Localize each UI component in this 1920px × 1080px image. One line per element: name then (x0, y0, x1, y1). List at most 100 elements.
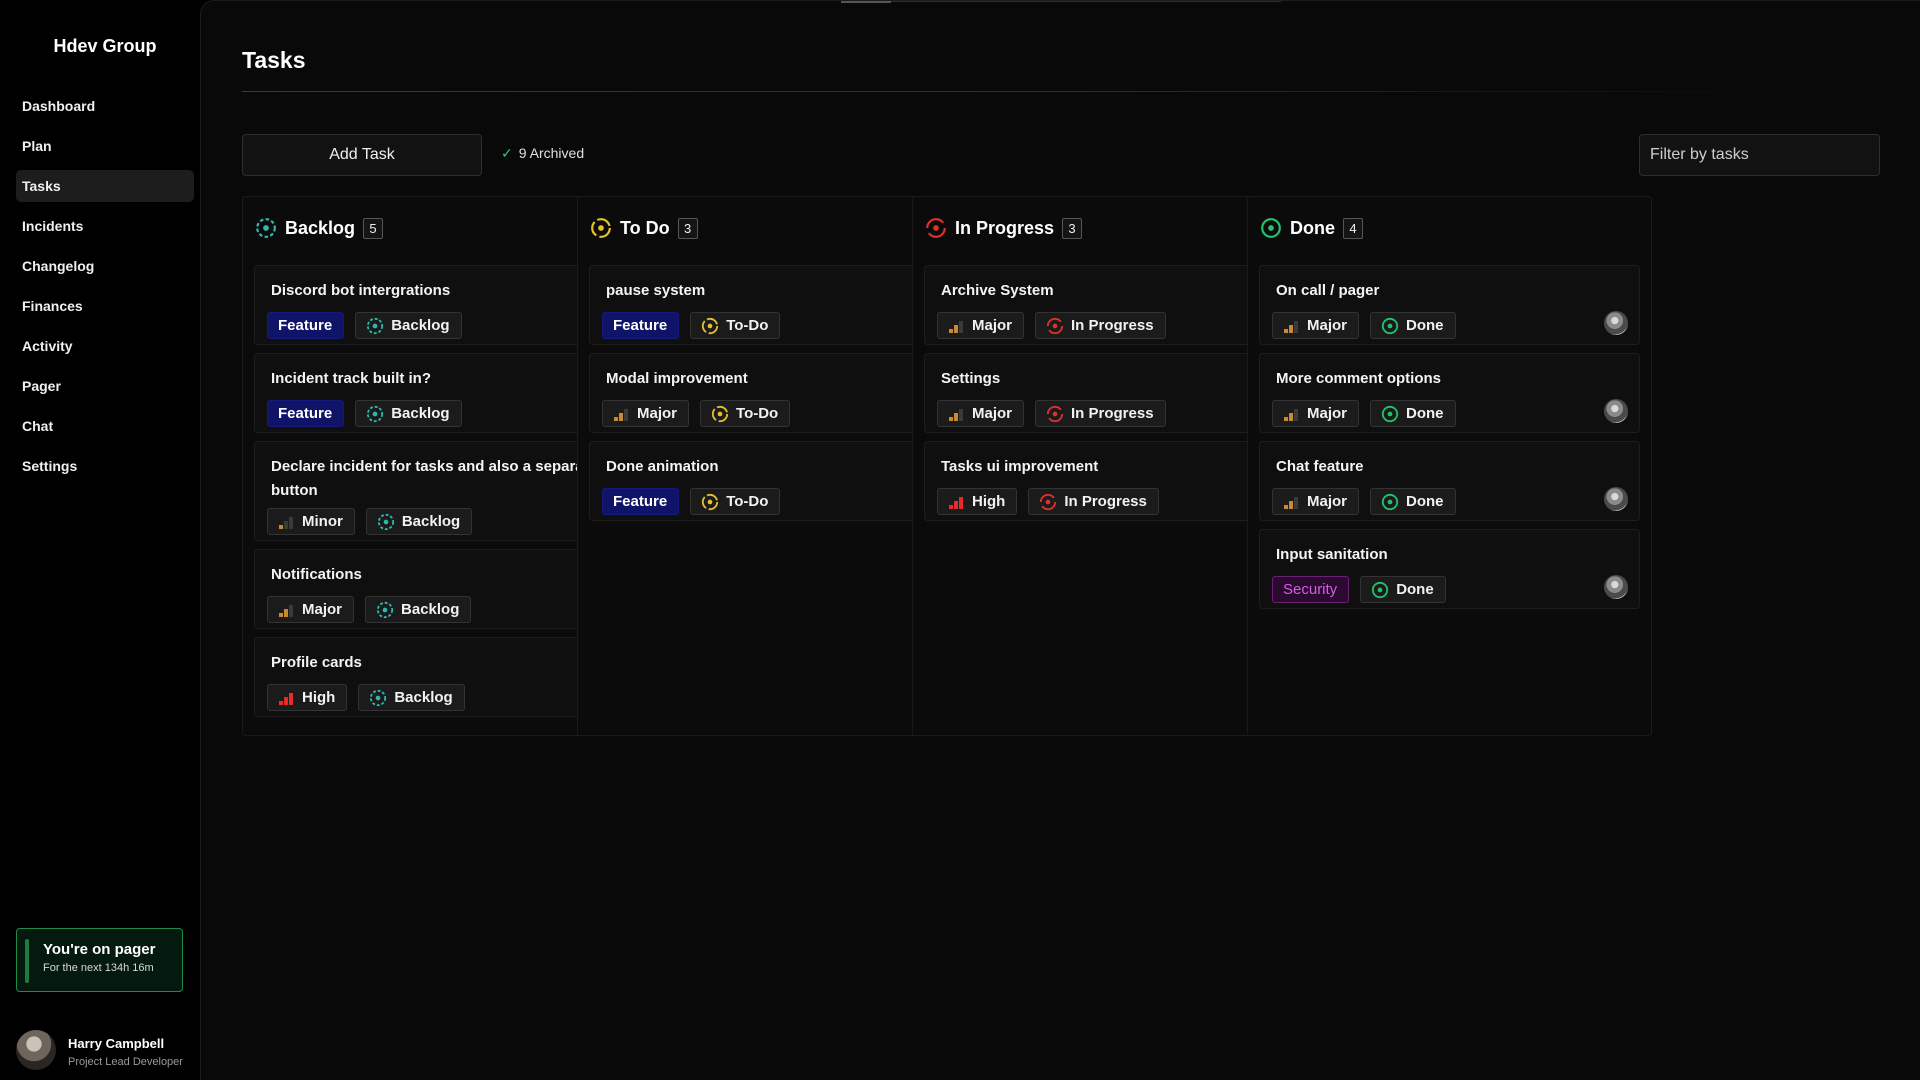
status-badge[interactable]: Backlog (355, 400, 462, 427)
pager-status-title: You're on pager (43, 941, 156, 958)
column-header: In Progress 3 (925, 215, 1083, 241)
priority-badge[interactable]: Major (1272, 488, 1360, 515)
priority-badge[interactable]: High (267, 684, 348, 711)
type-badge-feature[interactable]: Feature (602, 488, 680, 515)
filter-tasks-input[interactable] (1639, 134, 1880, 176)
type-badge-feature[interactable]: Feature (602, 312, 680, 339)
sidebar-item-incidents[interactable]: Incidents (16, 210, 194, 242)
task-tags: Feature Backlog (267, 312, 462, 339)
task-title: On call / pager (1276, 282, 1380, 299)
task-title: Archive System (941, 282, 1054, 299)
priority-badge[interactable]: Major (937, 400, 1025, 427)
task-tags: Major Backlog (267, 596, 472, 623)
badge-label: Major (302, 601, 343, 618)
priority-major-icon (278, 602, 302, 618)
avatar (16, 1030, 56, 1070)
priority-badge[interactable]: Major (1272, 400, 1360, 427)
task-tags: Security Done (1272, 576, 1446, 603)
priority-major-icon (948, 406, 972, 422)
status-badge[interactable]: In Progress (1028, 488, 1159, 515)
pager-status-subtitle: For the next 134h 16m (43, 962, 154, 974)
sidebar-item-chat[interactable]: Chat (16, 410, 194, 442)
pager-status-bar (25, 939, 29, 983)
task-tags: High Backlog (267, 684, 465, 711)
sidebar: Hdev Group Dashboard Plan Tasks Incident… (0, 0, 200, 1080)
sidebar-item-activity[interactable]: Activity (16, 330, 194, 362)
task-card[interactable]: On call / pager Major Done (1259, 265, 1640, 345)
priority-badge[interactable]: Minor (267, 508, 355, 535)
badge-label: Major (1307, 317, 1348, 334)
status-todo-icon (711, 405, 736, 423)
column-title: Done (1290, 217, 1335, 238)
column-count-badge: 3 (677, 217, 698, 239)
priority-badge[interactable]: Major (1272, 312, 1360, 339)
task-title: Declare incident for tasks and also a se… (271, 458, 597, 499)
status-badge[interactable]: Backlog (365, 596, 472, 623)
status-badge[interactable]: Done (1370, 312, 1456, 339)
archived-toggle[interactable]: ✓ 9 Archived (501, 145, 584, 162)
task-title: Chat feature (1276, 458, 1364, 475)
task-title: Modal improvement (606, 370, 748, 387)
task-card[interactable]: Chat feature Major Done (1259, 441, 1640, 521)
assignee-avatar[interactable] (1604, 575, 1628, 599)
assignee-avatar[interactable] (1604, 399, 1628, 423)
add-task-button[interactable]: Add Task (242, 134, 482, 176)
top-divider-accent (841, 1, 891, 3)
task-tags: Feature To-Do (602, 488, 781, 515)
user-name: Harry Campbell (68, 1036, 165, 1051)
column-header: Backlog 5 (255, 215, 384, 241)
task-title: Done animation (606, 458, 719, 475)
assignee-avatar[interactable] (1604, 311, 1628, 335)
status-badge[interactable]: In Progress (1035, 400, 1166, 427)
type-badge-feature[interactable]: Feature (267, 312, 345, 339)
priority-high-icon (278, 690, 302, 706)
status-badge[interactable]: To-Do (700, 400, 791, 427)
badge-label: Security (1283, 581, 1338, 598)
sidebar-item-finances[interactable]: Finances (16, 290, 194, 322)
status-badge[interactable]: Backlog (355, 312, 462, 339)
status-badge[interactable]: Backlog (358, 684, 465, 711)
badge-label: Backlog (391, 405, 450, 422)
badge-label: Major (972, 405, 1013, 422)
task-card[interactable]: More comment options Major Done (1259, 353, 1640, 433)
status-badge[interactable]: To-Do (690, 312, 781, 339)
badge-label: Minor (302, 513, 343, 530)
sidebar-item-changelog[interactable]: Changelog (16, 250, 194, 282)
badge-label: Feature (613, 493, 668, 510)
badge-label: To-Do (726, 493, 769, 510)
assignee-avatar[interactable] (1604, 487, 1628, 511)
column-done: Done 4 On call / pager Major Done More commen… (1247, 196, 1652, 736)
priority-high-icon (948, 494, 972, 510)
priority-badge[interactable]: Major (267, 596, 355, 623)
sidebar-item-settings[interactable]: Settings (16, 450, 194, 482)
badge-label: Done (1406, 493, 1444, 510)
status-badge[interactable]: To-Do (690, 488, 781, 515)
priority-badge[interactable]: Major (602, 400, 690, 427)
sidebar-nav: Dashboard Plan Tasks Incidents Changelog… (16, 90, 194, 490)
archived-label: 9 Archived (518, 145, 585, 161)
priority-minor-icon (278, 514, 302, 530)
priority-badge[interactable]: High (937, 488, 1018, 515)
status-badge[interactable]: Backlog (365, 508, 473, 535)
badge-label: In Progress (1071, 317, 1154, 334)
badge-label: Backlog (401, 601, 460, 618)
task-tags: Major To-Do (602, 400, 791, 427)
status-badge[interactable]: Done (1370, 400, 1456, 427)
sidebar-item-tasks[interactable]: Tasks (16, 170, 194, 202)
badge-label: In Progress (1071, 405, 1154, 422)
sidebar-item-plan[interactable]: Plan (16, 130, 194, 162)
badge-label: Done (1396, 581, 1434, 598)
badge-label: Backlog (391, 317, 450, 334)
type-badge-security[interactable]: Security (1272, 576, 1350, 603)
pager-status-card[interactable]: You're on pager For the next 134h 16m (16, 928, 183, 992)
user-profile[interactable]: Harry Campbell Project Lead Developer (16, 1030, 200, 1072)
status-badge[interactable]: In Progress (1035, 312, 1166, 339)
sidebar-item-pager[interactable]: Pager (16, 370, 194, 402)
column-header: Done 4 (1260, 215, 1363, 241)
type-badge-feature[interactable]: Feature (267, 400, 345, 427)
sidebar-item-dashboard[interactable]: Dashboard (16, 90, 194, 122)
priority-badge[interactable]: Major (937, 312, 1025, 339)
status-badge[interactable]: Done (1370, 488, 1456, 515)
status-badge[interactable]: Done (1360, 576, 1446, 603)
task-card[interactable]: Input sanitation Security Done (1259, 529, 1640, 609)
